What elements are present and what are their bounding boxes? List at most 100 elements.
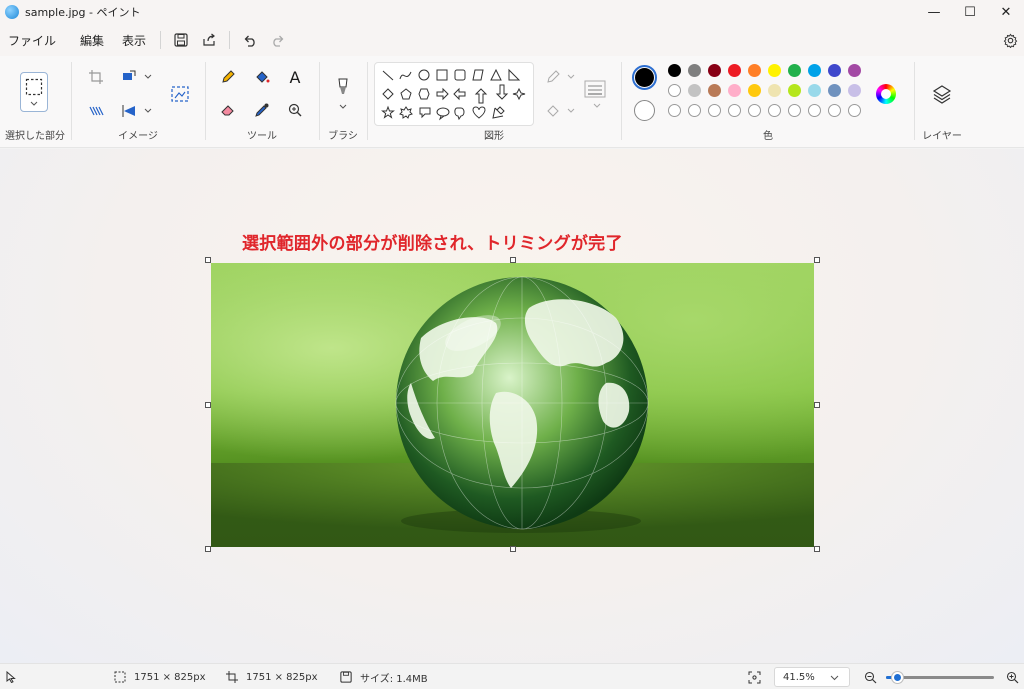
magnifier-button[interactable]	[284, 99, 306, 121]
layers-button[interactable]	[931, 83, 953, 105]
palette-color-swatch[interactable]	[768, 84, 781, 97]
text-button[interactable]: A	[284, 66, 306, 88]
resize-button[interactable]	[118, 66, 140, 88]
save-icon	[174, 33, 188, 47]
palette-color-swatch[interactable]	[828, 64, 841, 77]
text-icon: A	[289, 67, 301, 87]
paint-app-icon	[5, 5, 19, 19]
custom-color-slot[interactable]	[828, 104, 841, 117]
menu-file[interactable]: ファイル	[0, 32, 64, 49]
zoom-out-icon	[864, 671, 877, 683]
palette-color-swatch[interactable]	[688, 84, 701, 97]
selection-size: 1751 × 825px	[114, 664, 206, 689]
settings-button[interactable]	[996, 27, 1024, 53]
chevron-down-icon[interactable]	[339, 104, 347, 110]
menu-edit[interactable]: 編集	[72, 32, 112, 49]
fill-button[interactable]	[251, 66, 273, 88]
zoom-in-button[interactable]	[1006, 664, 1019, 689]
brush-button[interactable]	[332, 76, 354, 98]
resize-handle-left[interactable]	[205, 402, 211, 408]
custom-color-slot[interactable]	[808, 104, 821, 117]
rotate-button[interactable]	[118, 100, 140, 122]
crop-button[interactable]	[85, 66, 107, 88]
colors-group-label: 色	[763, 131, 773, 142]
selection-size-icon	[114, 671, 126, 683]
status-bar: 1751 × 825px 1751 × 825px サイズ: 1.4MB 41.…	[0, 663, 1024, 689]
select-all-button[interactable]	[85, 100, 107, 122]
edit-colors-button[interactable]	[876, 84, 896, 104]
custom-color-slot[interactable]	[788, 104, 801, 117]
fit-screen-icon	[748, 671, 761, 683]
resize-handle-top[interactable]	[510, 257, 516, 263]
zoom-out-button[interactable]	[864, 664, 877, 689]
custom-color-slot[interactable]	[848, 104, 861, 117]
paint-bucket-icon	[256, 71, 270, 83]
palette-color-swatch[interactable]	[748, 84, 761, 97]
shape-fill-button[interactable]	[542, 100, 564, 122]
eraser-button[interactable]	[217, 99, 239, 121]
selection-tool-button[interactable]	[20, 72, 48, 112]
shape-fill-icon	[547, 105, 559, 117]
chevron-down-icon[interactable]	[567, 74, 575, 80]
image-background-button[interactable]	[169, 83, 191, 105]
redo-button[interactable]	[264, 27, 292, 53]
palette-color-swatch[interactable]	[808, 84, 821, 97]
palette-color-swatch[interactable]	[768, 64, 781, 77]
close-button[interactable]: ✕	[988, 0, 1024, 24]
trimming-annotation: 選択範囲外の部分が削除され、トリミングが完了	[242, 234, 623, 254]
maximize-button[interactable]: ☐	[952, 0, 988, 24]
secondary-color-button[interactable]	[634, 100, 655, 121]
custom-color-slot[interactable]	[768, 104, 781, 117]
shapes-gallery	[374, 62, 534, 126]
chevron-down-icon[interactable]	[144, 108, 152, 114]
undo-button[interactable]	[236, 27, 264, 53]
canvas-image[interactable]	[211, 263, 814, 547]
color-picker-button[interactable]	[251, 99, 273, 121]
palette-color-swatch[interactable]	[748, 64, 761, 77]
zoom-value: 41.5%	[783, 671, 815, 683]
palette-color-swatch[interactable]	[708, 64, 721, 77]
palette-color-swatch[interactable]	[808, 64, 821, 77]
chevron-down-icon[interactable]	[567, 108, 575, 114]
zoom-slider-thumb[interactable]	[891, 672, 903, 683]
pencil-button[interactable]	[217, 66, 239, 88]
palette-color-swatch[interactable]	[788, 64, 801, 77]
chevron-down-icon[interactable]	[593, 103, 601, 109]
palette-color-swatch[interactable]	[848, 84, 861, 97]
resize-handle-bottom-left[interactable]	[205, 546, 211, 552]
resize-handle-bottom-right[interactable]	[814, 546, 820, 552]
palette-color-swatch[interactable]	[848, 64, 861, 77]
palette-color-swatch[interactable]	[688, 64, 701, 77]
zoom-dropdown[interactable]: 41.5%	[774, 667, 850, 687]
primary-color-button[interactable]	[632, 65, 657, 90]
palette-color-swatch[interactable]	[788, 84, 801, 97]
chevron-down-icon[interactable]	[144, 74, 152, 80]
palette-color-swatch[interactable]	[668, 64, 681, 77]
resize-handle-right[interactable]	[814, 402, 820, 408]
resize-handle-bottom[interactable]	[510, 546, 516, 552]
custom-color-slot[interactable]	[688, 104, 701, 117]
canvas-area[interactable]: 選択範囲外の部分が削除され、トリミングが完了	[0, 149, 1024, 663]
selection-size-text: 1751 × 825px	[134, 671, 206, 683]
resize-handle-top-right[interactable]	[814, 257, 820, 263]
tools-group-label: ツール	[247, 131, 277, 142]
line-width-button[interactable]	[584, 78, 606, 100]
palette-color-swatch[interactable]	[668, 84, 681, 97]
custom-color-slot[interactable]	[728, 104, 741, 117]
palette-color-swatch[interactable]	[728, 64, 741, 77]
share-button[interactable]	[195, 27, 223, 53]
outline-icon	[547, 70, 560, 83]
palette-color-swatch[interactable]	[708, 84, 721, 97]
palette-color-swatch[interactable]	[728, 84, 741, 97]
custom-color-slot[interactable]	[708, 104, 721, 117]
menu-view[interactable]: 表示	[114, 32, 154, 49]
fit-to-window-button[interactable]	[748, 664, 761, 689]
resize-handle-top-left[interactable]	[205, 257, 211, 263]
save-button[interactable]	[167, 27, 195, 53]
palette-color-swatch[interactable]	[828, 84, 841, 97]
zoom-slider[interactable]	[886, 672, 994, 683]
outline-button[interactable]	[542, 66, 564, 88]
minimize-button[interactable]: —	[916, 0, 952, 24]
custom-color-slot[interactable]	[748, 104, 761, 117]
custom-color-slot[interactable]	[668, 104, 681, 117]
